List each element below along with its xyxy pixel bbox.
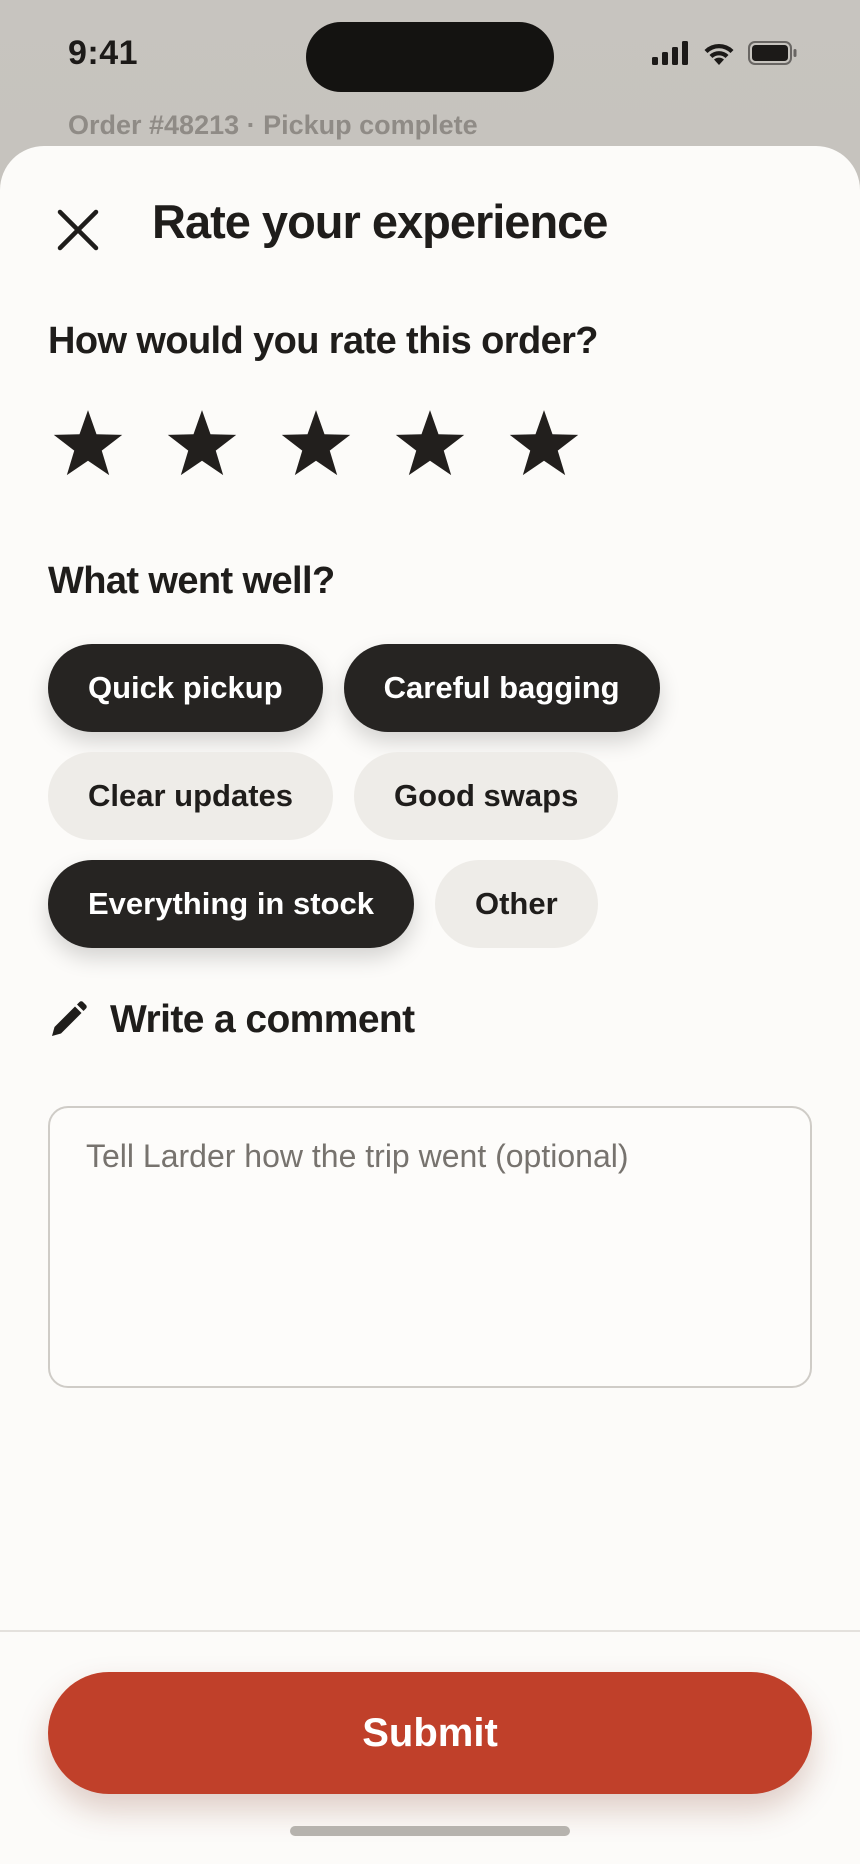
star-5-icon[interactable]: [508, 408, 580, 480]
close-button[interactable]: [46, 198, 110, 262]
submit-button[interactable]: Submit: [48, 1672, 812, 1794]
cellular-signal-icon: [652, 41, 688, 65]
chip-everything-in-stock[interactable]: Everything in stock: [48, 860, 414, 948]
rating-sheet: Rate your experience How would you rate …: [0, 146, 860, 1864]
chip-careful-bagging[interactable]: Careful bagging: [343, 644, 660, 732]
chip-other[interactable]: Other: [434, 860, 598, 948]
chip-quick-pickup[interactable]: Quick pickup: [48, 644, 323, 732]
star-rating: [52, 408, 580, 480]
background-order-summary: Order #48213 · Pickup complete: [68, 110, 478, 140]
chip-row: Quick pickup Careful bagging: [48, 644, 768, 732]
battery-icon: [748, 41, 797, 65]
chip-row: Clear updates Good swaps: [48, 752, 768, 840]
dynamic-island: [306, 22, 554, 92]
home-indicator: [290, 1826, 570, 1836]
footer-divider: [0, 1630, 860, 1632]
chip-row: Everything in stock Other: [48, 860, 768, 948]
star-2-icon[interactable]: [166, 408, 238, 480]
comment-header: Write a comment: [48, 998, 415, 1042]
star-4-icon[interactable]: [394, 408, 466, 480]
went-well-heading: What went well?: [48, 560, 335, 602]
star-1-icon[interactable]: [52, 408, 124, 480]
chip-clear-updates[interactable]: Clear updates: [48, 752, 334, 840]
status-time: 9:41: [68, 34, 139, 72]
comment-label: Write a comment: [110, 998, 415, 1041]
rating-question: How would you rate this order?: [48, 320, 599, 362]
pencil-icon: [52, 1001, 87, 1036]
close-icon: [57, 209, 99, 251]
wifi-icon: [704, 43, 734, 65]
comment-textarea[interactable]: [48, 1106, 812, 1388]
status-bar: 9:41: [0, 0, 860, 110]
sheet-title: Rate your experience: [152, 195, 608, 248]
star-3-icon[interactable]: [280, 408, 352, 480]
chip-good-swaps[interactable]: Good swaps: [354, 752, 619, 840]
feedback-chips: Quick pickup Careful bagging Clear updat…: [48, 644, 768, 968]
status-icons: [652, 38, 798, 68]
